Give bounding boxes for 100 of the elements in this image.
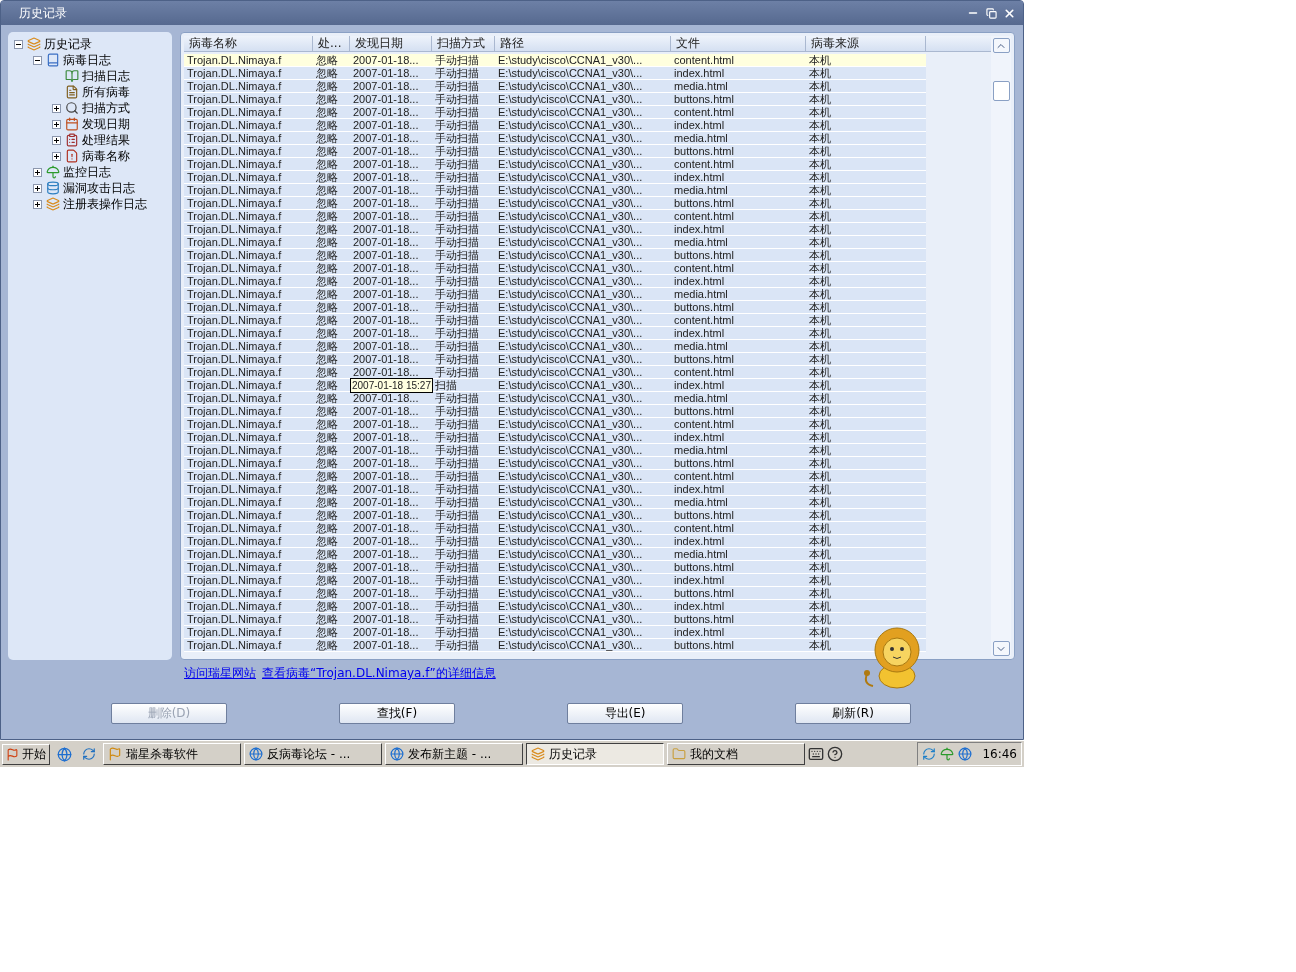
table-row[interactable]: Trojan.DL.Nimaya.f 忽略 2007-01-18... 手动扫描 E:\study\cisco\CCNA1_v30\... index.html 本机 [184, 171, 926, 184]
link[interactable]: 访问瑞星网站 [184, 665, 256, 687]
table-row[interactable]: Trojan.DL.Nimaya.f 忽略 2007-01-18... 手动扫描 E:\study\cisco\CCNA1_v30\... content.html 本机 [184, 106, 926, 119]
table-row[interactable]: Trojan.DL.Nimaya.f 忽略 2007-01-18... 手动扫描 E:\study\cisco\CCNA1_v30\... buttons.html 本机 [184, 509, 926, 522]
table-row[interactable]: Trojan.DL.Nimaya.f 忽略 2007-01-18... 手动扫描 E:\study\cisco\CCNA1_v30\... buttons.html 本机 [184, 301, 926, 314]
table-row[interactable]: Trojan.DL.Nimaya.f 忽略 2007-01-18... 手动扫描 E:\study\cisco\CCNA1_v30\... index.html 本机 [184, 431, 926, 444]
table-row[interactable]: Trojan.DL.Nimaya.f 忽略 2007-01-18... 手动扫描 E:\study\cisco\CCNA1_v30\... buttons.html 本机 [184, 639, 926, 652]
column-header[interactable]: 路径 [495, 36, 671, 52]
table-row[interactable]: Trojan.DL.Nimaya.f 忽略 2007-01-18... 手动扫描 E:\study\cisco\CCNA1_v30\... content.html 本机 [184, 314, 926, 327]
table-row[interactable]: Trojan.DL.Nimaya.f 忽略 2007-01-18... 手动扫描 E:\study\cisco\CCNA1_v30\... media.html 本机 [184, 236, 926, 249]
table-row[interactable]: Trojan.DL.Nimaya.f 忽略 2007-01-18... 手动扫描 E:\study\cisco\CCNA1_v30\... content.html 本机 [184, 262, 926, 275]
link[interactable]: 查看病毒“Trojan.DL.Nimaya.f”的详细信息 [262, 665, 496, 687]
tree-item[interactable]: 监控日志 [63, 163, 111, 181]
table-row[interactable]: Trojan.DL.Nimaya.f 忽略 2007-01-18... 手动扫描 E:\study\cisco\CCNA1_v30\... media.html 本机 [184, 132, 926, 145]
column-header[interactable]: 扫描方式 [432, 36, 495, 52]
taskbar-button[interactable]: 反病毒论坛 - ... [244, 743, 382, 765]
table-cell: buttons.html [674, 457, 734, 469]
collapse-toggle[interactable] [33, 55, 42, 65]
table-row[interactable]: Trojan.DL.Nimaya.f 忽略 2007-01-18... 手动扫描 E:\study\cisco\CCNA1_v30\... content.html 本机 [184, 522, 926, 535]
table-cell: Trojan.DL.Nimaya.f [187, 80, 282, 92]
keyboard-icon[interactable] [808, 746, 824, 762]
table-row[interactable]: Trojan.DL.Nimaya.f 忽略 2007-01-18... 手动扫描 E:\study\cisco\CCNA1_v30\... index.html 本机 [184, 574, 926, 587]
table-cell: buttons.html [674, 93, 734, 105]
table-row[interactable]: Trojan.DL.Nimaya.f 忽略 2007-01-18... 手动扫描 E:\study\cisco\CCNA1_v30\... buttons.html 本机 [184, 613, 926, 626]
table-row[interactable]: Trojan.DL.Nimaya.f 忽略 2007-01-18... 手动扫描 E:\study\cisco\CCNA1_v30\... index.html 本机 [184, 275, 926, 288]
table-row[interactable]: Trojan.DL.Nimaya.f 忽略 2007-01-18... 手动扫描 E:\study\cisco\CCNA1_v30\... index.html 本机 [184, 223, 926, 236]
table-row[interactable]: Trojan.DL.Nimaya.f 忽略 2007-01-18... 手动扫描 E:\study\cisco\CCNA1_v30\... index.html 本机 [184, 119, 926, 132]
expand-toggle[interactable] [33, 183, 42, 193]
table-row[interactable]: Trojan.DL.Nimaya.f 忽略 2007-01-18... 手动扫描 E:\study\cisco\CCNA1_v30\... content.html 本机 [184, 54, 926, 67]
column-header[interactable]: 处... [313, 36, 350, 52]
table-row[interactable]: Trojan.DL.Nimaya.f 忽略 2007-01-18... 手动扫描 E:\study\cisco\CCNA1_v30\... buttons.html 本机 [184, 197, 926, 210]
table-row[interactable]: Trojan.DL.Nimaya.f 忽略 2007-01-18... 手动扫描 E:\study\cisco\CCNA1_v30\... buttons.html 本机 [184, 561, 926, 574]
tree-item[interactable]: 处理结果 [82, 131, 130, 149]
table-row[interactable]: Trojan.DL.Nimaya.f 忽略 2007-01-18... 手动扫描 E:\study\cisco\CCNA1_v30\... buttons.html 本机 [184, 405, 926, 418]
action-button[interactable]: 导出(E) [567, 703, 683, 724]
table-row[interactable]: Trojan.DL.Nimaya.f 忽略 2007-01-18... 手动扫描 E:\study\cisco\CCNA1_v30\... media.html 本机 [184, 340, 926, 353]
table-cell: media.html [674, 288, 728, 300]
table-row[interactable]: Trojan.DL.Nimaya.f 忽略 2007-01-18... 手动扫描 E:\study\cisco\CCNA1_v30\... index.html 本机 [184, 535, 926, 548]
restore-button[interactable] [983, 5, 999, 21]
column-header[interactable]: 文件 [671, 36, 806, 52]
table-row[interactable]: Trojan.DL.Nimaya.f 忽略 2007-01-18... 手动扫描 E:\study\cisco\CCNA1_v30\... media.html 本机 [184, 496, 926, 509]
table-cell: E:\study\cisco\CCNA1_v30\... [498, 600, 643, 612]
column-header[interactable]: 病毒来源 [806, 36, 926, 52]
tree-item[interactable]: 历史记录 [44, 35, 92, 53]
expand-toggle[interactable] [33, 199, 42, 209]
start-button[interactable]: 开始 [2, 743, 50, 765]
sync-icon[interactable] [922, 747, 937, 761]
expand-toggle[interactable] [52, 135, 61, 145]
table-row[interactable]: Trojan.DL.Nimaya.f 忽略 2007-01-18... 手动扫描 E:\study\cisco\CCNA1_v30\... content.html 本机 [184, 418, 926, 431]
taskbar-button[interactable]: 历史记录 [526, 743, 664, 765]
taskbar-button[interactable]: 我的文档 [667, 743, 805, 765]
action-button[interactable]: 查找(F) [339, 703, 455, 724]
table-cell: Trojan.DL.Nimaya.f [187, 470, 282, 482]
table-row[interactable]: Trojan.DL.Nimaya.f 忽略 2007-01-18... 手动扫描 E:\study\cisco\CCNA1_v30\... content.html 本机 [184, 470, 926, 483]
expand-toggle[interactable] [52, 103, 61, 113]
table-cell: E:\study\cisco\CCNA1_v30\... [498, 418, 643, 430]
table-row[interactable]: Trojan.DL.Nimaya.f 忽略 2007-01-18... 手动扫描 E:\study\cisco\CCNA1_v30\... buttons.html 本机 [184, 457, 926, 470]
table-row[interactable]: Trojan.DL.Nimaya.f 忽略 2007-01-18... 手动扫描 E:\study\cisco\CCNA1_v30\... index.html 本机 [184, 327, 926, 340]
tree-item[interactable]: 漏洞攻击日志 [63, 179, 135, 197]
table-row[interactable]: Trojan.DL.Nimaya.f 忽略 2007-01-18... 手动扫描 E:\study\cisco\CCNA1_v30\... media.html 本机 [184, 184, 926, 197]
tree-item[interactable]: 病毒名称 [82, 147, 130, 165]
tree-item[interactable]: 病毒日志 [63, 51, 111, 69]
table-row[interactable]: Trojan.DL.Nimaya.f 忽略 2007-01-18... 手动扫描 E:\study\cisco\CCNA1_v30\... index.html 本机 [184, 600, 926, 613]
expand-toggle[interactable] [33, 167, 42, 177]
table-row[interactable]: Trojan.DL.Nimaya.f 忽略 2007-01-18... 手动扫描 E:\study\cisco\CCNA1_v30\... index.html 本机 [184, 483, 926, 496]
expand-toggle[interactable] [52, 151, 61, 161]
table-row[interactable]: Trojan.DL.Nimaya.f 忽略 2007-01-18... 手动扫描 E:\study\cisco\CCNA1_v30\... index.html 本机 [184, 626, 926, 639]
taskbar-button[interactable]: 发布新主题 - ... [385, 743, 523, 765]
table-row[interactable]: Trojan.DL.Nimaya.f 忽略 2007-01-18... 手动扫描 E:\study\cisco\CCNA1_v30\... media.html 本机 [184, 444, 926, 457]
globe-icon[interactable] [958, 747, 973, 761]
table-cell: Trojan.DL.Nimaya.f [187, 262, 282, 274]
table-row[interactable]: Trojan.DL.Nimaya.f 忽略 2007-01-18... 手动扫描 E:\study\cisco\CCNA1_v30\... buttons.html 本机 [184, 353, 926, 366]
expand-toggle[interactable] [52, 119, 61, 129]
table-row[interactable]: Trojan.DL.Nimaya.f 忽略 2007-01-18... 手动扫描 E:\study\cisco\CCNA1_v30\... buttons.html 本机 [184, 249, 926, 262]
table-row[interactable]: Trojan.DL.Nimaya.f 忽略 2007-01-18 15:27 扫描 E:\study\cisco\CCNA1_v30\... index.html 本机 [184, 379, 926, 392]
table-row[interactable]: Trojan.DL.Nimaya.f 忽略 2007-01-18... 手动扫描 E:\study\cisco\CCNA1_v30\... media.html 本机 [184, 288, 926, 301]
table-row[interactable]: Trojan.DL.Nimaya.f 忽略 2007-01-18... 手动扫描 E:\study\cisco\CCNA1_v30\... buttons.html 本机 [184, 93, 926, 106]
column-header[interactable]: 病毒名称 [184, 36, 313, 52]
tree-item[interactable]: 扫描方式 [82, 99, 130, 117]
tree-item[interactable]: 发现日期 [82, 115, 130, 133]
table-cell: Trojan.DL.Nimaya.f [187, 444, 282, 456]
table-row[interactable]: Trojan.DL.Nimaya.f 忽略 2007-01-18... 手动扫描 E:\study\cisco\CCNA1_v30\... media.html 本机 [184, 80, 926, 93]
collapse-toggle[interactable] [14, 39, 23, 49]
tree-item[interactable]: 扫描日志 [82, 67, 130, 85]
table-row[interactable]: Trojan.DL.Nimaya.f 忽略 2007-01-18... 手动扫描 E:\study\cisco\CCNA1_v30\... index.html 本机 [184, 67, 926, 80]
taskbar-button[interactable]: 瑞星杀毒软件 [103, 743, 241, 765]
action-button[interactable]: 刷新(R) [795, 703, 911, 724]
tree-item[interactable]: 注册表操作日志 [63, 195, 147, 213]
help-icon[interactable] [827, 746, 843, 762]
table-row[interactable]: Trojan.DL.Nimaya.f 忽略 2007-01-18... 手动扫描 E:\study\cisco\CCNA1_v30\... media.html 本机 [184, 548, 926, 561]
table-row[interactable]: Trojan.DL.Nimaya.f 忽略 2007-01-18... 手动扫描 E:\study\cisco\CCNA1_v30\... content.html 本机 [184, 366, 926, 379]
table-row[interactable]: Trojan.DL.Nimaya.f 忽略 2007-01-18... 手动扫描 E:\study\cisco\CCNA1_v30\... content.html 本机 [184, 158, 926, 171]
table-row[interactable]: Trojan.DL.Nimaya.f 忽略 2007-01-18... 手动扫描 E:\study\cisco\CCNA1_v30\... buttons.html 本机 [184, 145, 926, 158]
column-header[interactable]: 发现日期 [350, 36, 432, 52]
tree-item[interactable]: 所有病毒 [82, 83, 130, 101]
table-row[interactable]: Trojan.DL.Nimaya.f 忽略 2007-01-18... 手动扫描 E:\study\cisco\CCNA1_v30\... content.html 本机 [184, 210, 926, 223]
table-row[interactable]: Trojan.DL.Nimaya.f 忽略 2007-01-18... 手动扫描 E:\study\cisco\CCNA1_v30\... buttons.html 本机 [184, 587, 926, 600]
table-cell: 2007-01-18... [353, 457, 419, 469]
scrollbar-thumb[interactable] [992, 81, 1010, 101]
table-row[interactable]: Trojan.DL.Nimaya.f 忽略 2007-01-18... 手动扫描 E:\study\cisco\CCNA1_v30\... media.html 本机 [184, 392, 926, 405]
